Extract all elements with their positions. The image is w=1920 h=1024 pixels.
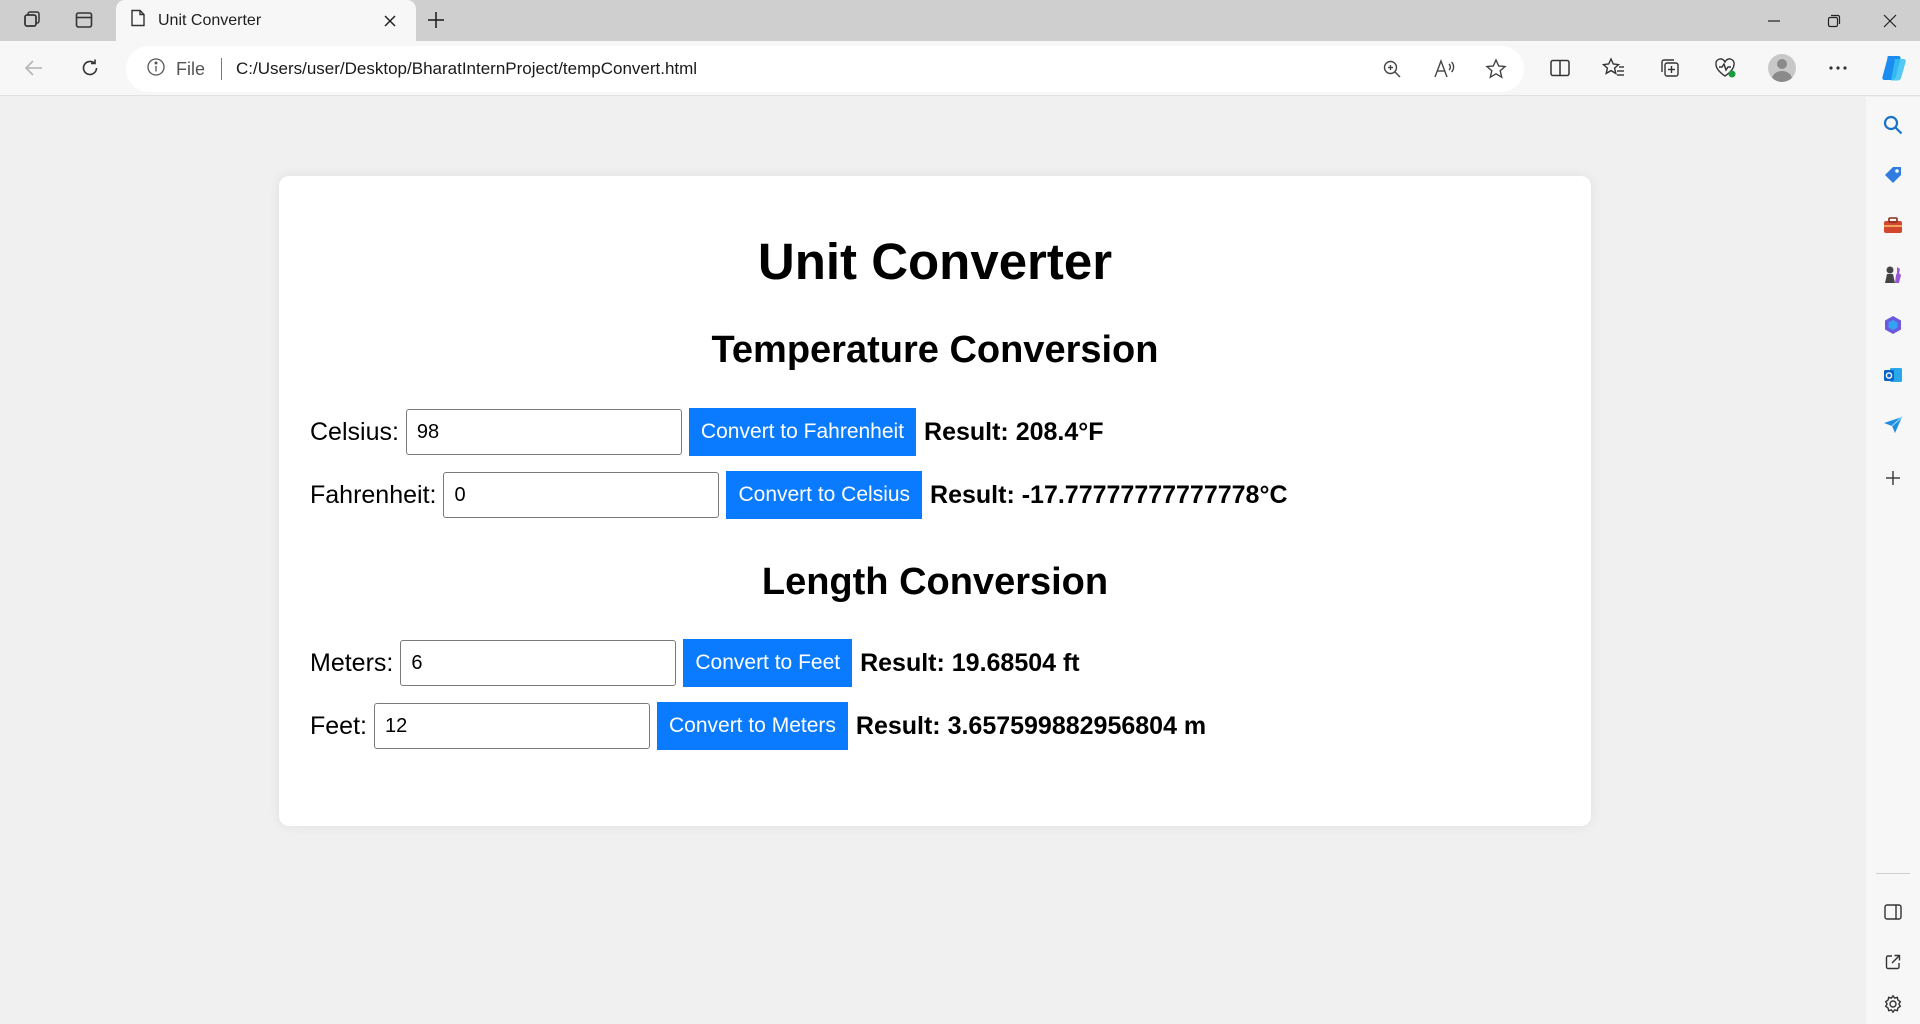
- back-icon[interactable]: [14, 49, 54, 87]
- open-external-icon[interactable]: [1873, 942, 1913, 982]
- tab-strip: Unit Converter: [0, 0, 1920, 41]
- page-viewport: Unit Converter Temperature Conversion Ce…: [4, 97, 1866, 1024]
- address-url[interactable]: C:/Users/user/Desktop/BharatInternProjec…: [236, 59, 697, 79]
- celsius-input[interactable]: [405, 409, 682, 455]
- celsius-label: Celsius:: [310, 417, 399, 446]
- convert-to-meters-button[interactable]: Convert to Meters: [656, 702, 848, 750]
- meters-label: Meters:: [310, 648, 394, 677]
- meters-result: Result: 3.657599882956804 m: [855, 711, 1207, 740]
- info-icon[interactable]: [146, 57, 166, 82]
- active-tab[interactable]: Unit Converter: [116, 0, 416, 41]
- page-title: Unit Converter: [757, 233, 1113, 290]
- games-chess-icon[interactable]: [1873, 255, 1913, 295]
- drop-send-icon[interactable]: [1873, 405, 1913, 445]
- read-aloud-icon[interactable]: [1424, 50, 1464, 88]
- feet-input[interactable]: [373, 703, 650, 749]
- search-icon[interactable]: [1873, 105, 1913, 145]
- convert-to-fahrenheit-button[interactable]: Convert to Fahrenheit: [688, 408, 917, 456]
- shopping-tag-icon[interactable]: [1873, 155, 1913, 195]
- microsoft365-icon[interactable]: [1873, 305, 1913, 345]
- convert-to-celsius-button[interactable]: Convert to Celsius: [726, 471, 923, 519]
- minimize-icon[interactable]: [1744, 0, 1804, 41]
- feet-result: Result: 19.68504 ft: [860, 648, 1080, 677]
- tools-briefcase-icon[interactable]: [1873, 205, 1913, 245]
- meters-row: Meters: Convert to Feet Result: 19.68504…: [310, 639, 1080, 687]
- fahrenheit-input[interactable]: [443, 472, 720, 518]
- fahrenheit-result: Result: 208.4°F: [924, 417, 1104, 446]
- collections-icon[interactable]: [1650, 49, 1690, 87]
- more-icon[interactable]: [1818, 49, 1858, 87]
- browser-essentials-icon[interactable]: [1705, 49, 1745, 87]
- restore-icon[interactable]: [1804, 0, 1864, 41]
- hide-sidebar-icon[interactable]: [1873, 892, 1913, 932]
- split-screen-icon[interactable]: [1540, 49, 1580, 87]
- length-heading: Length Conversion: [761, 561, 1109, 603]
- vertical-tabs-icon[interactable]: [64, 4, 104, 36]
- profile-avatar-icon[interactable]: [1762, 49, 1802, 87]
- address-scheme: File: [176, 58, 206, 79]
- workspaces-icon[interactable]: [12, 4, 52, 36]
- feet-label: Feet:: [310, 711, 367, 740]
- plus-icon[interactable]: [418, 4, 454, 36]
- copilot-icon[interactable]: [1874, 50, 1914, 86]
- page-icon: [130, 9, 146, 32]
- favorites-icon[interactable]: [1594, 49, 1634, 87]
- favorite-star-icon[interactable]: [1476, 50, 1516, 88]
- add-icon[interactable]: [1873, 458, 1913, 498]
- window-close-icon[interactable]: [1860, 0, 1920, 41]
- sidebar-divider: [1876, 873, 1910, 874]
- zoom-icon[interactable]: [1372, 50, 1412, 88]
- outlook-icon[interactable]: [1873, 355, 1913, 395]
- fahrenheit-label: Fahrenheit:: [310, 480, 437, 509]
- celsius-row: Celsius: Convert to Fahrenheit Result: 2…: [310, 408, 1104, 456]
- meters-input[interactable]: [400, 640, 677, 686]
- address-bar[interactable]: File C:/Users/user/Desktop/BharatInternP…: [126, 46, 1524, 92]
- celsius-result: Result: -17.77777777777778°C: [930, 480, 1288, 509]
- temperature-heading: Temperature Conversion: [711, 329, 1159, 371]
- tab-title: Unit Converter: [158, 11, 262, 29]
- close-icon[interactable]: [376, 7, 404, 35]
- edge-sidebar: [1866, 97, 1920, 1024]
- feet-row: Feet: Convert to Meters Result: 3.657599…: [310, 702, 1206, 750]
- browser-toolbar: File C:/Users/user/Desktop/BharatInternP…: [0, 41, 1920, 96]
- settings-gear-icon[interactable]: [1873, 984, 1913, 1024]
- converter-card: Unit Converter Temperature Conversion Ce…: [279, 176, 1591, 826]
- fahrenheit-row: Fahrenheit: Convert to Celsius Result: -…: [310, 471, 1288, 519]
- convert-to-feet-button[interactable]: Convert to Feet: [683, 639, 853, 687]
- address-separator: [221, 58, 223, 80]
- refresh-icon[interactable]: [70, 49, 110, 87]
